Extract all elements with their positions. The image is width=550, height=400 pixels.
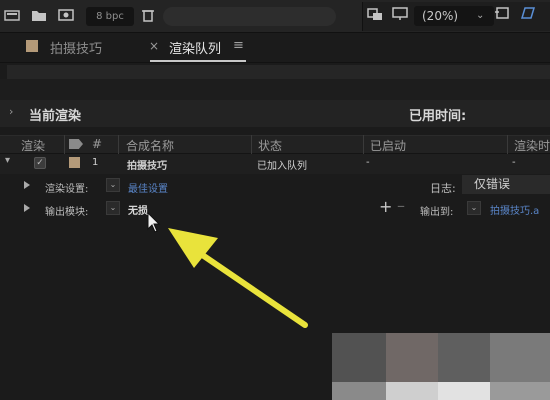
render-settings-dropdown[interactable]: ⌄ xyxy=(106,178,120,192)
column-divider xyxy=(251,135,252,154)
column-divider xyxy=(64,135,65,154)
tab-render-queue[interactable]: 渲染队列 xyxy=(169,38,221,57)
mouse-cursor-icon xyxy=(147,212,161,233)
render-settings-link[interactable]: 最佳设置 xyxy=(128,180,168,195)
output-module-link[interactable]: 无损 xyxy=(128,202,148,217)
output-file-link[interactable]: 拍摄技巧.a xyxy=(490,202,539,217)
column-divider xyxy=(118,135,119,154)
footage-icon[interactable] xyxy=(58,8,74,22)
queue-item-status: 已加入队列 xyxy=(257,161,307,172)
queue-item-comp-name: 拍摄技巧 xyxy=(127,161,167,172)
transparency-grid-icon[interactable] xyxy=(520,6,536,20)
output-module-dropdown[interactable]: ⌄ xyxy=(106,201,120,215)
watermark-block xyxy=(438,382,490,400)
watermark-block xyxy=(386,382,438,400)
close-icon[interactable]: × xyxy=(149,39,159,53)
tab-composition[interactable]: 拍摄技巧 xyxy=(50,38,102,57)
column-render[interactable]: 渲染 xyxy=(21,137,45,154)
monitor-icon[interactable] xyxy=(392,7,408,21)
column-comp-name[interactable]: 合成名称 xyxy=(126,137,174,154)
queue-item-number: 1 xyxy=(92,157,99,168)
output-to-dropdown[interactable]: ⌄ xyxy=(467,201,481,215)
trash-icon[interactable] xyxy=(140,8,156,22)
watermark-block xyxy=(332,382,386,400)
watermark-block xyxy=(438,333,490,382)
output-module-label: 输出模块: xyxy=(45,207,89,218)
watermark-block xyxy=(386,333,438,382)
watermark-block xyxy=(490,382,550,400)
column-started[interactable]: 已启动 xyxy=(370,137,406,154)
render-settings-label: 渲染设置: xyxy=(45,184,89,195)
watermark-block xyxy=(490,333,550,382)
watermark-block xyxy=(332,333,386,382)
snapshot-icon[interactable] xyxy=(367,7,383,21)
queue-item-started: - xyxy=(366,157,370,168)
current-render-label: 当前渲染 xyxy=(29,109,82,124)
column-divider xyxy=(507,135,508,154)
queue-item-render-time: - xyxy=(512,157,516,168)
column-number[interactable]: # xyxy=(92,137,102,151)
column-divider xyxy=(363,135,364,154)
log-dropdown[interactable]: 仅错误 xyxy=(462,175,550,194)
chevron-down-icon: ⌄ xyxy=(476,10,485,21)
remove-output-module-button[interactable]: – xyxy=(397,196,405,215)
column-render-time[interactable]: 渲染时 xyxy=(514,137,550,154)
chevron-right-icon[interactable]: › xyxy=(9,105,13,118)
expand-render-settings-icon[interactable] xyxy=(24,181,30,189)
column-status[interactable]: 状态 xyxy=(258,137,282,154)
panel-menu-icon[interactable]: ≡ xyxy=(233,38,244,53)
current-render-header xyxy=(0,100,550,127)
log-label: 日志: xyxy=(430,182,456,195)
bit-depth-button[interactable]: 8 bpc xyxy=(86,7,134,26)
expand-output-module-icon[interactable] xyxy=(24,204,30,212)
render-queue-icon[interactable] xyxy=(4,8,20,22)
annotation-arrow-icon xyxy=(168,228,308,328)
active-tab-indicator xyxy=(150,60,246,62)
comp-color-swatch xyxy=(26,40,38,52)
add-output-module-button[interactable]: + xyxy=(379,197,392,216)
panel-spacer xyxy=(0,79,550,100)
label-color-swatch[interactable] xyxy=(69,157,80,168)
elapsed-time-label: 已用时间: xyxy=(409,109,467,124)
output-to-label: 输出到: xyxy=(420,207,454,218)
progress-strip xyxy=(7,65,550,79)
region-icon[interactable] xyxy=(495,6,511,20)
expand-arrow-icon[interactable]: ▾ xyxy=(5,155,10,166)
search-field[interactable] xyxy=(163,7,336,26)
render-checkbox[interactable]: ✓ xyxy=(34,157,46,169)
folder-icon[interactable] xyxy=(31,8,47,22)
